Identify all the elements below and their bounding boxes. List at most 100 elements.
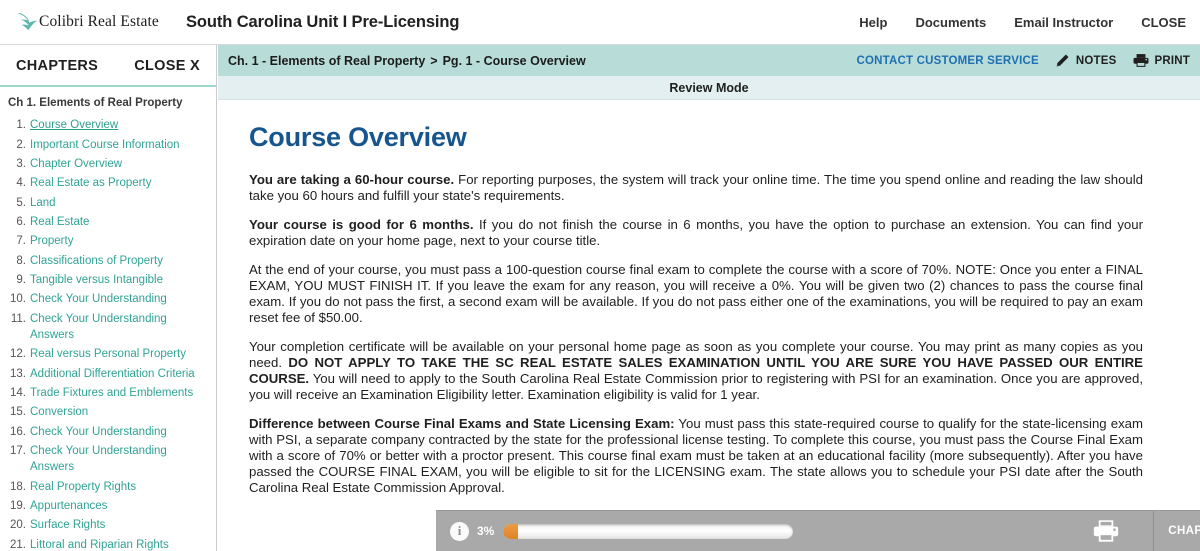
sidebar-item-label[interactable]: Property bbox=[30, 233, 73, 249]
sidebar-item-label[interactable]: Check Your Understanding Answers bbox=[30, 443, 212, 476]
sidebar-item-number: 11. bbox=[10, 312, 26, 325]
chapter-start-button[interactable]: CHAPTER START bbox=[1153, 510, 1200, 551]
nav-email-instructor[interactable]: Email Instructor bbox=[1014, 15, 1113, 30]
pencil-icon bbox=[1056, 54, 1069, 67]
sidebar-item-number: 3. bbox=[16, 158, 26, 171]
breadcrumb-bar: Ch. 1 - Elements of Real Property > Pg. 1 … bbox=[218, 45, 1200, 76]
hummingbird-logo-icon bbox=[17, 13, 37, 31]
sidebar-item-label[interactable]: Tangible versus Intangible bbox=[30, 272, 163, 288]
breadcrumb-tools: CONTACT CUSTOMER SERVICE NOTES PRINT bbox=[856, 53, 1190, 68]
chapter-topic-list: 1. Course Overview 2. Important Course Info… bbox=[0, 116, 216, 551]
sidebar-item-number: 13. bbox=[10, 367, 26, 380]
sidebar-item-6[interactable]: 7. Property bbox=[8, 232, 212, 251]
sidebar-item-17[interactable]: 18. Real Property Rights bbox=[8, 477, 212, 496]
review-mode-bar: Review Mode bbox=[218, 76, 1200, 100]
paragraph-4: Difference between Course Final Exams an… bbox=[249, 416, 1143, 496]
sidebar-item-0[interactable]: 1. Course Overview bbox=[8, 116, 212, 135]
sidebar-title: CHAPTERS bbox=[16, 58, 99, 74]
sidebar-item-number: 20. bbox=[10, 519, 26, 532]
top-bar: Colibri Real Estate South Carolina Unit … bbox=[0, 0, 1200, 45]
print-page-button[interactable] bbox=[1059, 511, 1153, 551]
sidebar-item-label[interactable]: Important Course Information bbox=[30, 137, 180, 153]
course-progress-bar[interactable] bbox=[503, 523, 794, 539]
sidebar-item-label[interactable]: Additional Differentiation Criteria bbox=[30, 366, 195, 382]
print-button[interactable]: PRINT bbox=[1133, 53, 1191, 68]
printer-icon bbox=[1093, 520, 1119, 542]
player-bottom-bar: i 3% CHAPTER START bbox=[436, 510, 1200, 551]
sidebar-item-14[interactable]: 15. Conversion bbox=[8, 403, 212, 422]
sidebar-item-label[interactable]: Check Your Understanding bbox=[30, 291, 167, 307]
sidebar-item-4[interactable]: 5. Land bbox=[8, 193, 212, 212]
sidebar-header: CHAPTERS CLOSE X bbox=[0, 45, 216, 87]
notes-button[interactable]: NOTES bbox=[1055, 53, 1117, 68]
sidebar-item-label[interactable]: Littoral and Riparian Rights bbox=[30, 537, 169, 551]
sidebar-item-number: 8. bbox=[16, 254, 26, 267]
sidebar-item-label[interactable]: Trade Fixtures and Emblements bbox=[30, 385, 193, 401]
sidebar-item-number: 15. bbox=[10, 406, 26, 419]
sidebar-item-label[interactable]: Check Your Understanding bbox=[30, 424, 167, 440]
sidebar-item-number: 12. bbox=[10, 348, 26, 361]
breadcrumb-page[interactable]: Pg. 1 - Course Overview bbox=[443, 54, 586, 68]
sidebar-item-number: 19. bbox=[10, 500, 26, 512]
chapters-sidebar: CHAPTERS CLOSE X Ch 1. Elements of Real … bbox=[0, 45, 217, 551]
sidebar-item-label[interactable]: Real Property Rights bbox=[30, 479, 136, 495]
sidebar-item-number: 10. bbox=[10, 293, 26, 306]
sidebar-item-18[interactable]: 19. Appurtenances bbox=[8, 497, 212, 516]
sidebar-item-label[interactable]: Appurtenances bbox=[30, 498, 107, 514]
sidebar-item-7[interactable]: 8. Classifications of Property bbox=[8, 251, 212, 270]
sidebar-item-20[interactable]: 21. Littoral and Riparian Rights bbox=[8, 535, 212, 551]
brand-logo[interactable]: Colibri Real Estate bbox=[14, 11, 174, 33]
paragraph-1: Your course is good for 6 months. If you… bbox=[249, 217, 1143, 249]
sidebar-item-9[interactable]: 10. Check Your Understanding bbox=[8, 290, 212, 309]
sidebar-item-number: 7. bbox=[16, 235, 26, 248]
sidebar-item-label[interactable]: Surface Rights bbox=[30, 517, 105, 533]
sidebar-item-number: 18. bbox=[10, 480, 26, 493]
sidebar-chapter-heading: Ch 1. Elements of Real Property bbox=[8, 97, 183, 109]
sidebar-item-label[interactable]: Conversion bbox=[30, 404, 88, 420]
sidebar-item-label[interactable]: Classifications of Property bbox=[30, 253, 163, 269]
progress-percent-label: 3% bbox=[477, 524, 495, 538]
paragraph-lead: You are taking a 60-hour course. bbox=[249, 172, 455, 187]
paragraph-text: You will need to apply to the South Caro… bbox=[249, 370, 1143, 402]
sidebar-item-label[interactable]: Real Estate as Property bbox=[30, 175, 151, 191]
notes-label: NOTES bbox=[1075, 54, 1117, 67]
sidebar-item-15[interactable]: 16. Check Your Understanding bbox=[8, 422, 212, 441]
chapter-start-label: CHAPTER START bbox=[1168, 525, 1200, 537]
nav-close[interactable]: CLOSE bbox=[1141, 15, 1186, 30]
sidebar-item-2[interactable]: 3. Chapter Overview bbox=[8, 155, 212, 174]
sidebar-item-label[interactable]: Check Your Understanding Answers bbox=[30, 311, 212, 344]
paragraph-lead: Your course is good for 6 months. bbox=[249, 216, 474, 232]
info-icon[interactable]: i bbox=[450, 521, 469, 541]
paragraph-text: At the end of your course, you must pass… bbox=[249, 261, 1143, 325]
sidebar-item-label[interactable]: Land bbox=[30, 195, 56, 211]
sidebar-item-number: 9. bbox=[16, 274, 26, 287]
sidebar-item-5[interactable]: 6. Real Estate bbox=[8, 213, 212, 232]
sidebar-item-label[interactable]: Real Estate bbox=[30, 214, 89, 230]
lesson-article: Course Overview You are taking a 60-hour… bbox=[218, 100, 1200, 528]
nav-documents[interactable]: Documents bbox=[915, 15, 986, 30]
sidebar-item-11[interactable]: 12. Real versus Personal Property bbox=[8, 345, 212, 364]
sidebar-item-10[interactable]: 11. Check Your Understanding Answers bbox=[8, 309, 212, 345]
sidebar-item-19[interactable]: 20. Surface Rights bbox=[8, 516, 212, 535]
sidebar-item-13[interactable]: 14. Trade Fixtures and Emblements bbox=[8, 384, 212, 403]
course-title: South Carolina Unit I Pre-Licensing bbox=[186, 12, 460, 31]
page-title: Course Overview bbox=[249, 122, 467, 152]
sidebar-item-number: 14. bbox=[10, 387, 26, 400]
sidebar-item-8[interactable]: 9. Tangible versus Intangible bbox=[8, 271, 212, 290]
sidebar-item-3[interactable]: 4. Real Estate as Property bbox=[8, 174, 212, 193]
breadcrumb-chapter[interactable]: Ch. 1 - Elements of Real Property bbox=[228, 54, 425, 68]
sidebar-item-12[interactable]: 13. Additional Differentiation Criteria bbox=[8, 364, 212, 383]
sidebar-close-button[interactable]: CLOSE X bbox=[134, 58, 200, 74]
top-nav: Help Documents Email Instructor CLOSE bbox=[859, 15, 1186, 30]
sidebar-item-label[interactable]: Real versus Personal Property bbox=[30, 346, 186, 362]
contact-customer-service-link[interactable]: CONTACT CUSTOMER SERVICE bbox=[856, 55, 1038, 67]
nav-help[interactable]: Help bbox=[859, 15, 887, 30]
sidebar-item-number: 17. bbox=[10, 445, 26, 458]
sidebar-item-16[interactable]: 17. Check Your Understanding Answers bbox=[8, 442, 212, 478]
sidebar-item-1[interactable]: 2. Important Course Information bbox=[8, 135, 212, 154]
brand-name: Colibri Real Estate bbox=[39, 13, 159, 30]
sidebar-item-label[interactable]: Course Overview bbox=[30, 117, 118, 133]
bottom-bar-actions: CHAPTER START bbox=[1059, 510, 1200, 551]
sidebar-item-number: 21. bbox=[10, 538, 26, 551]
sidebar-item-label[interactable]: Chapter Overview bbox=[30, 156, 122, 172]
